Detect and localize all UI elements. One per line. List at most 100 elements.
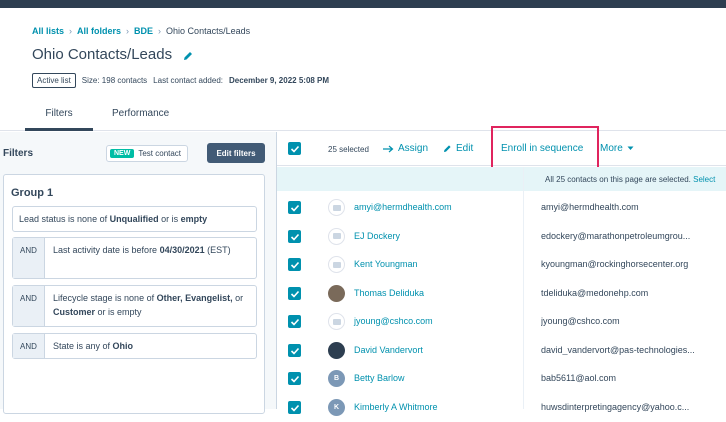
condition-value: Customer [53,307,96,317]
row-checkbox[interactable] [288,343,301,357]
breadcrumb-all-lists[interactable]: All lists [32,26,64,36]
and-label: AND [13,238,45,278]
and-label: AND [13,286,45,326]
contact-name-link[interactable]: Kent Youngman [354,259,418,269]
row-checkbox[interactable] [288,286,301,300]
breadcrumb-all-folders[interactable]: All folders [77,26,121,36]
contact-name-link[interactable]: Thomas Deliduka [354,288,424,298]
contacts-panel: 25 selected Assign Edit Enroll in sequen… [277,126,726,416]
table-row[interactable]: EJ Dockery edockery@marathonpetroleumgrou… [277,222,726,251]
assign-button[interactable]: Assign [383,143,428,154]
row-checkbox[interactable] [288,372,301,385]
table-row[interactable]: jyoung@cshco.com jyoung@cshco.com [277,307,726,336]
group-title: Group 1 [11,187,54,199]
row-checkbox[interactable] [288,229,301,243]
contact-avatar [328,199,345,216]
contact-avatar: B [328,370,345,387]
breadcrumb-separator-icon: › [126,26,130,36]
bulk-action-toolbar: 25 selected Assign Edit Enroll in sequen… [277,126,726,174]
table-row[interactable]: amyi@hermdhealth.com amyi@hermdhealth.com [277,193,726,222]
edit-filters-button[interactable]: Edit filters [207,143,265,163]
contact-email: amyi@hermdhealth.com [541,202,639,212]
contact-avatar [328,256,345,273]
table-row[interactable]: Thomas Deliduka tdeliduka@medonehp.com [277,279,726,308]
contact-name-link[interactable]: Betty Barlow [354,373,405,383]
row-checkbox[interactable] [288,315,301,328]
contact-avatar: K [328,398,345,416]
selected-count: 25 selected [328,145,369,154]
tab-performance[interactable]: Performance [112,108,169,119]
more-label: More [600,143,623,154]
contact-email: david_vandervort@pas-technologies... [541,344,695,355]
contact-name-link[interactable]: EJ Dockery [354,231,400,241]
row-checkbox[interactable] [288,201,301,214]
arrow-right-icon [383,145,394,152]
edit-button[interactable]: Edit [443,143,473,154]
and-label: AND [13,334,45,358]
more-dropdown[interactable]: More [600,143,634,154]
condition-property: Lifecycle stage [53,293,113,303]
contact-name-link[interactable]: David Vandervort [354,345,423,355]
condition-operator: or [232,293,244,303]
check-icon [290,347,300,355]
table-row[interactable]: B Betty Barlow bab5611@aol.com [277,364,726,393]
condition-operator: is any of [74,341,113,351]
filter-condition[interactable]: AND State is any of Ohio [12,333,257,359]
contact-avatar [328,313,345,330]
test-contact-button[interactable]: NEW Test contact [106,145,189,162]
contact-email: tdeliduka@medonehp.com [541,287,649,298]
tab-filters[interactable]: Filters [25,108,93,131]
check-icon [290,404,300,412]
check-icon [290,233,300,241]
contact-name-link[interactable]: jyoung@cshco.com [354,316,433,326]
assign-label: Assign [398,143,429,154]
contact-email: jyoung@cshco.com [541,316,620,326]
pencil-icon[interactable] [182,49,194,61]
filter-group: Group 1 Lead status is none of Unqualifi… [3,174,265,414]
filter-condition[interactable]: Lead status is none of Unqualified or is… [12,206,257,232]
row-checkbox[interactable] [288,400,301,414]
contact-email: bab5611@aol.com [541,373,617,383]
condition-property: Last activity date [53,245,121,255]
check-icon [290,318,300,326]
condition-value: 04/30/2021 [159,245,205,255]
filter-condition[interactable]: AND Lifecycle stage is none of Other, Ev… [12,285,257,327]
last-added-value: December 9, 2022 5:08 PM [229,76,330,85]
condition-value: Other, Evangelist, [156,293,233,303]
condition-operator: or is [158,214,181,224]
breadcrumb-separator-icon: › [158,26,162,36]
active-list-badge: Active list [32,73,76,88]
table-row[interactable]: Kent Youngman kyoungman@rockinghorsecente… [277,250,726,279]
pencil-icon [444,145,451,152]
row-checkbox[interactable] [288,258,301,271]
breadcrumb-separator-icon: › [69,26,73,36]
select-all-link[interactable]: Select [693,175,715,184]
condition-property: State [53,341,75,351]
contact-avatar [328,341,345,359]
contact-name-link[interactable]: amyi@hermdhealth.com [354,202,452,212]
condition-property: Lead status [19,214,66,224]
breadcrumb-bde[interactable]: BDE [134,26,153,36]
contact-name-link[interactable]: Kimberly A Whitmore [354,402,438,412]
check-icon [290,145,300,153]
top-nav-bar [0,0,726,8]
condition-operator: is none of [112,293,157,303]
tab-bar: Filters Performance [0,100,726,131]
test-contact-label: Test contact [138,149,182,158]
filter-condition[interactable]: AND Last activity date is before 04/30/2… [12,237,257,279]
list-size: Size: 198 contacts [81,76,148,85]
page-title-row: Ohio Contacts/Leads [32,46,194,63]
edit-label: Edit [456,143,474,154]
table-row[interactable]: David Vandervort david_vandervort@pas-tec… [277,336,726,365]
contact-email: edockery@marathonpetroleumgrou... [541,230,691,241]
condition-operator: is none of [65,214,110,224]
caret-down-icon [627,146,634,150]
condition-value: empty [180,214,208,224]
filters-heading: Filters [3,148,34,159]
condition-operator: is before [120,245,160,255]
select-all-checkbox[interactable] [288,142,301,155]
selection-banner: All 25 contacts on this page are selecte… [277,167,726,191]
condition-operator: or is empty [95,307,142,317]
table-row[interactable]: K Kimberly A Whitmore huwsdinterpretingage… [277,393,726,422]
condition-value: Ohio [112,341,134,351]
